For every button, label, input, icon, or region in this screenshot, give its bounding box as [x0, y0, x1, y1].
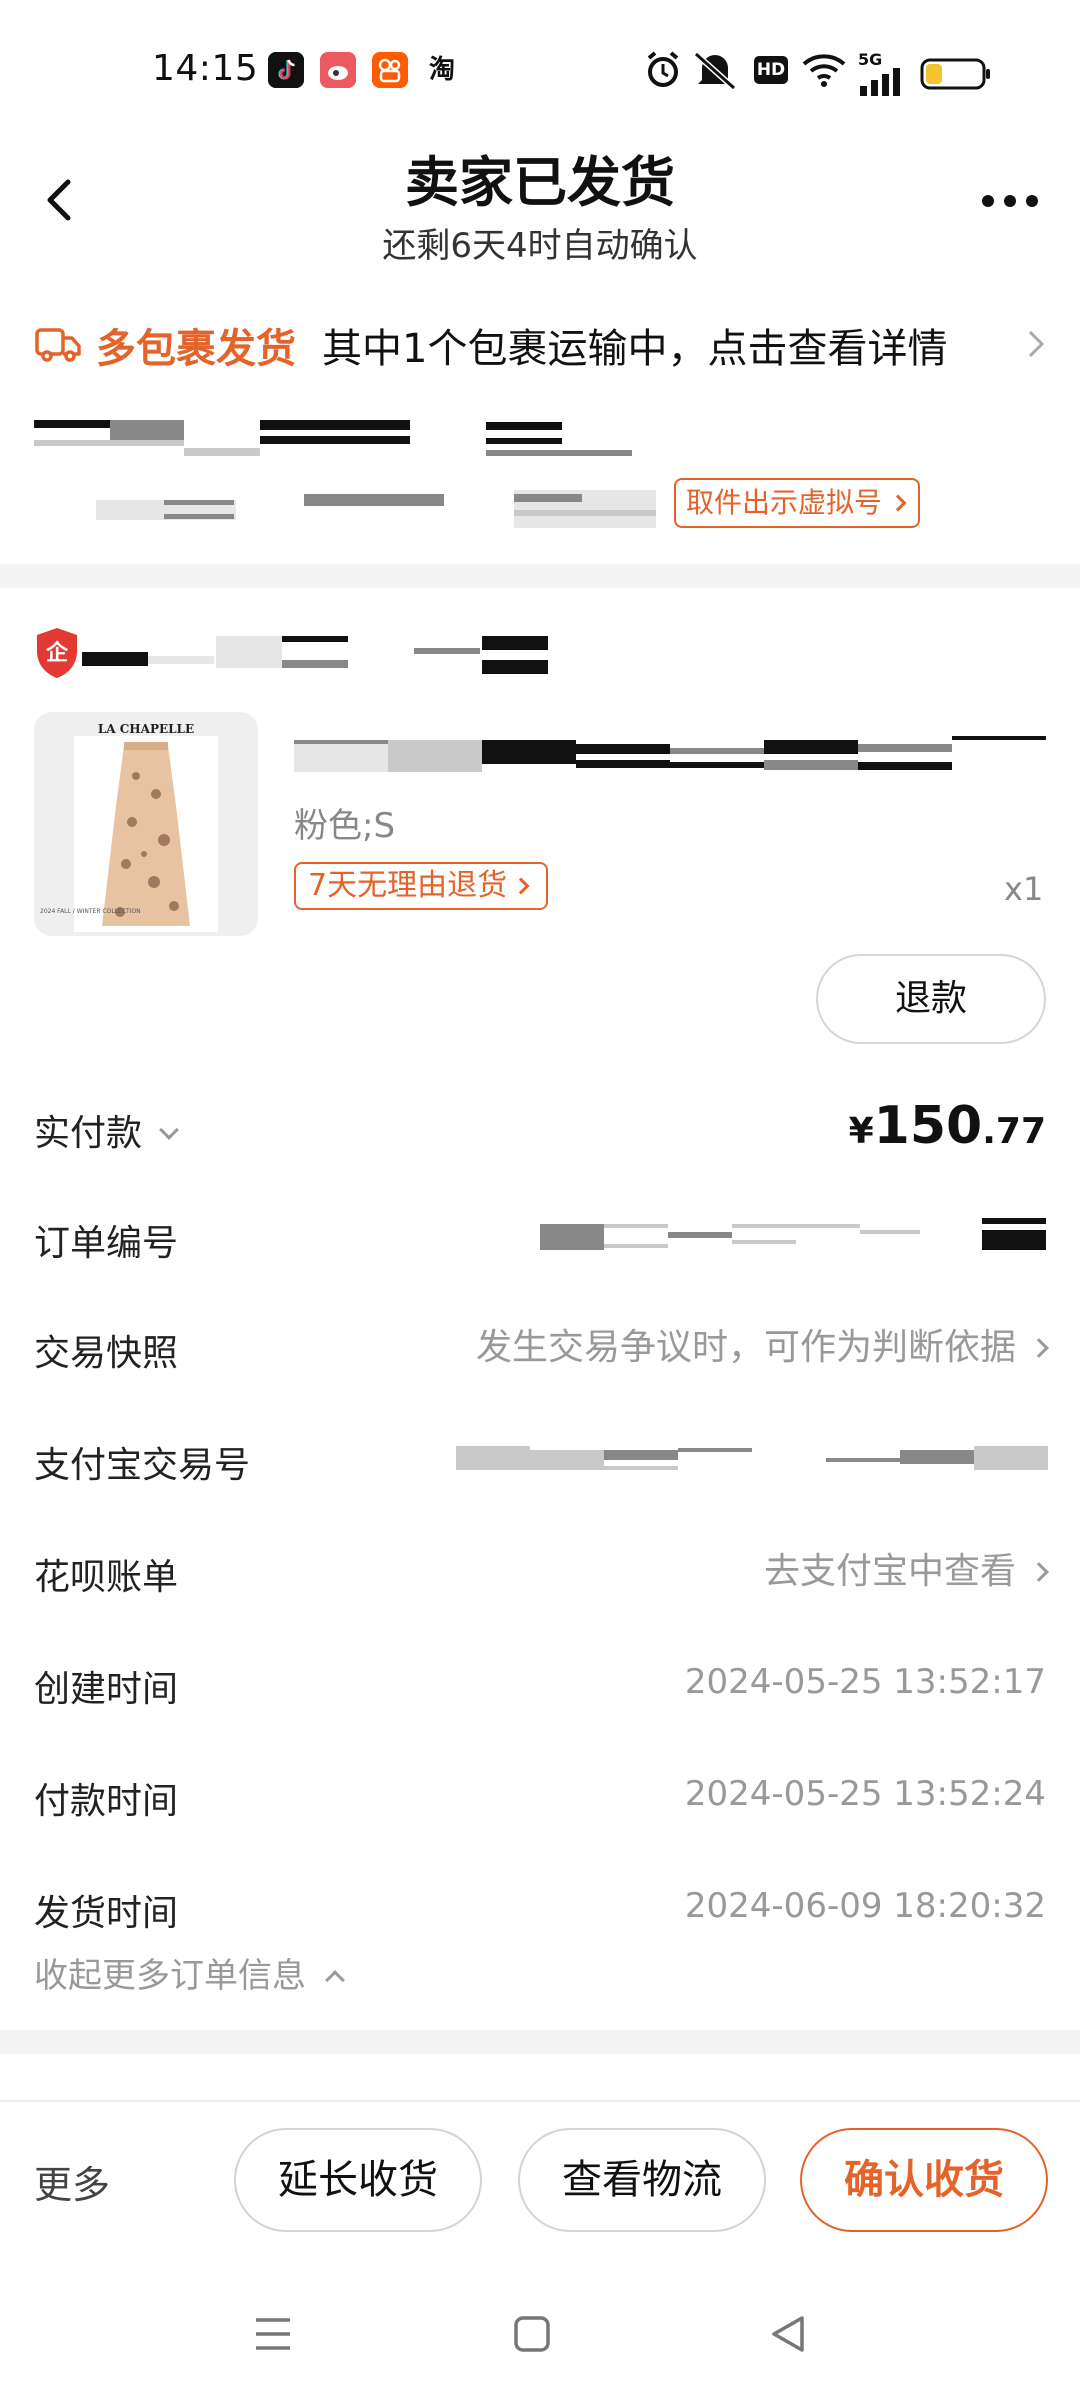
wifi-icon	[802, 54, 846, 87]
paid-time-label: 付款时间	[34, 1781, 179, 1822]
kuaishou-icon	[372, 52, 408, 88]
alarm-icon	[647, 51, 679, 87]
product-brand: LA CHAPELLE	[97, 722, 195, 736]
home-icon[interactable]	[512, 2314, 552, 2354]
back-nav-icon[interactable]	[768, 2314, 808, 2354]
taobao-icon: 淘	[428, 55, 455, 85]
mute-icon	[693, 51, 737, 90]
product-image[interactable]: LA CHAPELLE 2024 FALL / WINTER COLLECTIO…	[34, 712, 258, 936]
confirm-receipt-button[interactable]: 确认收货	[800, 2128, 1048, 2232]
more-actions-button[interactable]: 更多	[34, 2154, 110, 2209]
virtual-number-button[interactable]: 取件出示虚拟号	[674, 478, 920, 528]
huabei-link[interactable]: 去支付宝中查看	[764, 1542, 1049, 1594]
section-divider	[0, 564, 1080, 588]
shipped-time-label: 发货时间	[34, 1893, 179, 1934]
tiktok-icon	[268, 52, 304, 88]
truck-icon	[35, 328, 81, 362]
skirt-picture	[74, 736, 218, 932]
paid-time-value: 2024-05-25 13:52:24	[684, 1774, 1046, 1814]
collapse-order-info[interactable]: 收起更多订单信息	[34, 1948, 345, 1997]
chevron-right-icon	[1029, 1338, 1049, 1358]
hd-icon: HD	[754, 56, 788, 84]
svg-text:企: 企	[45, 640, 69, 666]
bottom-action-bar: 更多 延长收货 查看物流 确认收货	[0, 2100, 1080, 2270]
chevron-right-icon	[1029, 1562, 1049, 1582]
shipped-time-value: 2024-06-09 18:20:32	[684, 1886, 1046, 1926]
enterprise-badge-icon: 企	[37, 628, 77, 678]
chevron-right-icon	[1028, 330, 1045, 358]
product-quantity: x1	[1004, 870, 1044, 908]
alipay-number-label: 支付宝交易号	[34, 1445, 251, 1486]
weibo-icon	[320, 52, 356, 88]
package-status-text: 其中1个包裹运输中，点击查看详情	[322, 326, 948, 372]
return-policy-tag[interactable]: 7天无理由退货	[294, 862, 548, 910]
paid-amount-row[interactable]: 实付款	[34, 1104, 179, 1156]
status-time: 14:15	[152, 48, 259, 89]
extend-receipt-button[interactable]: 延长收货	[234, 2128, 482, 2232]
section-divider	[0, 2030, 1080, 2054]
paid-amount-label: 实付款	[34, 1113, 143, 1154]
package-highlight: 多包裹发货	[96, 326, 296, 372]
package-banner[interactable]: 多包裹发货 其中1个包裹运输中，点击查看详情	[0, 312, 1080, 376]
system-nav-bar	[0, 2270, 1080, 2400]
refund-button[interactable]: 退款	[816, 954, 1046, 1044]
battery-icon	[920, 58, 990, 90]
snapshot-link[interactable]: 发生交易争议时，可作为判断依据	[476, 1318, 1049, 1370]
menu-icon[interactable]	[252, 2314, 294, 2354]
paid-amount-value: ¥150.77	[848, 1096, 1046, 1156]
chevron-up-icon	[325, 1970, 345, 1990]
signal-icon	[860, 68, 900, 96]
order-number-label: 订单编号	[34, 1223, 179, 1264]
page-title: 卖家已发货	[405, 151, 675, 214]
created-time-value: 2024-05-25 13:52:17	[684, 1662, 1046, 1702]
product-caption: 2024 FALL / WINTER COLLECTION	[40, 908, 141, 915]
view-logistics-button[interactable]: 查看物流	[518, 2128, 766, 2232]
created-time-label: 创建时间	[34, 1669, 179, 1710]
product-sku: 粉色;S	[294, 806, 396, 846]
chevron-right-icon	[512, 877, 530, 895]
snapshot-label: 交易快照	[34, 1333, 179, 1374]
chevron-down-icon	[159, 1120, 179, 1140]
status-bar: 14:15 淘 HD 5G	[0, 0, 1080, 130]
chevron-right-icon	[889, 494, 907, 512]
page-subtitle: 还剩6天4时自动确认	[382, 226, 698, 266]
more-options-icon[interactable]	[976, 186, 1046, 216]
huabei-label: 花呗账单	[34, 1557, 179, 1598]
